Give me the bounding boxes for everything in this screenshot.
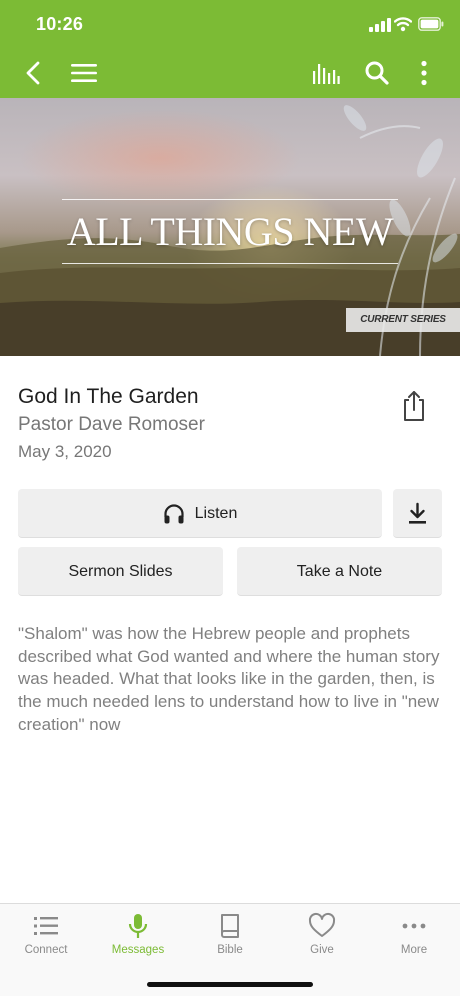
battery-icon	[418, 17, 444, 31]
series-banner[interactable]: ALL THINGS NEW CURRENT SERIES	[0, 98, 460, 356]
banner-rule-bottom	[62, 263, 398, 264]
home-indicator[interactable]	[147, 982, 313, 987]
banner-rule-top	[62, 199, 398, 200]
download-button[interactable]	[393, 489, 442, 538]
heart-icon	[308, 912, 336, 937]
search-icon[interactable]	[364, 60, 390, 86]
tab-more[interactable]: More	[368, 904, 460, 966]
tab-connect-label: Connect	[24, 944, 68, 956]
series-title: ALL THINGS NEW	[66, 209, 394, 254]
audio-bars-icon[interactable]	[312, 61, 340, 85]
share-icon[interactable]	[400, 390, 428, 422]
tab-more-label: More	[400, 944, 428, 956]
sermon-speaker: Pastor Dave Romoser	[18, 414, 205, 435]
status-bar: 10:26	[0, 0, 460, 48]
tab-connect[interactable]: Connect	[0, 904, 92, 966]
hamburger-menu-icon[interactable]	[70, 62, 98, 84]
chevron-left-icon[interactable]	[24, 61, 44, 85]
sermon-slides-label: Sermon Slides	[68, 563, 173, 580]
tab-give[interactable]: Give	[276, 904, 368, 966]
tab-bible[interactable]: Bible	[184, 904, 276, 966]
status-time: 10:26	[36, 14, 84, 34]
sermon-slides-button[interactable]: Sermon Slides	[18, 547, 223, 596]
download-icon	[409, 502, 426, 524]
listen-button-content: Listen	[18, 489, 382, 538]
horizontal-dots-icon	[402, 923, 426, 929]
tab-messages-label: Messages	[111, 944, 165, 956]
book-icon	[221, 914, 239, 938]
header-bar: 10:26	[0, 0, 460, 98]
wifi-icon	[394, 17, 412, 32]
vertical-dots-icon[interactable]	[414, 60, 434, 86]
tab-give-label: Give	[310, 944, 334, 956]
cellular-signal-icon	[369, 18, 391, 32]
nav-bar	[0, 48, 460, 98]
current-series-badge: CURRENT SERIES	[346, 308, 460, 332]
take-a-note-button[interactable]: Take a Note	[237, 547, 442, 596]
microphone-icon	[128, 914, 148, 938]
sermon-title: God In The Garden	[18, 385, 199, 408]
sermon-description: "Shalom" was how the Hebrew people and p…	[18, 624, 440, 734]
list-icon	[34, 917, 58, 935]
tab-messages[interactable]: Messages	[92, 904, 184, 966]
headphones-icon	[164, 503, 184, 523]
listen-label: Listen	[194, 504, 238, 522]
sermon-date: May 3, 2020	[18, 442, 112, 461]
tab-bible-label: Bible	[217, 944, 243, 956]
take-a-note-label: Take a Note	[296, 563, 383, 580]
listen-button[interactable]: Listen	[18, 489, 382, 538]
